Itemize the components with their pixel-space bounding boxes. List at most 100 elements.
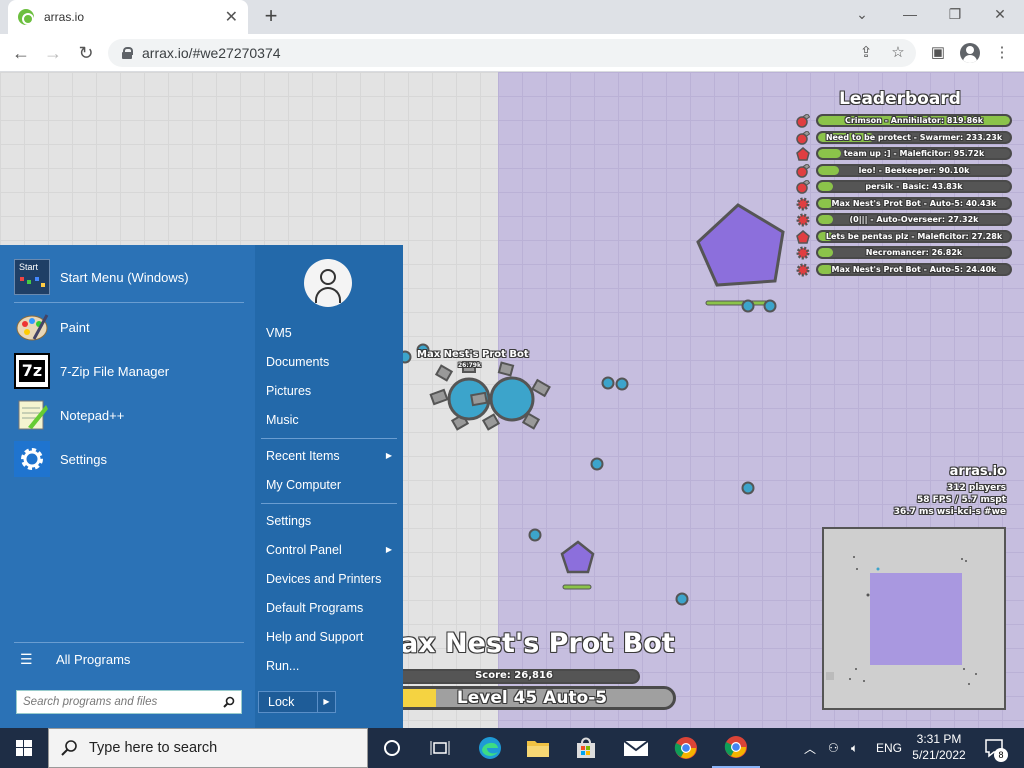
windows-logo-icon	[16, 740, 32, 756]
latency-readout: 36.7 ms wsi-kci-s #we	[893, 507, 1006, 517]
run-link[interactable]: Run...	[266, 656, 396, 676]
leaderboard-tank-icon	[796, 180, 810, 194]
network-icon[interactable]: ⚇	[828, 728, 839, 768]
bot-score-label: 26.79k	[458, 362, 481, 369]
seven-zip-icon: 7z	[14, 353, 50, 389]
side-panel-icon[interactable]: ▣	[928, 43, 948, 63]
music-link[interactable]: Music	[266, 410, 396, 430]
task-view-icon	[430, 741, 450, 755]
pinned-paint[interactable]: Paint	[14, 307, 246, 347]
pinned-label: Start Menu (Windows)	[60, 269, 189, 285]
help-and-support-link[interactable]: Help and Support	[266, 627, 396, 647]
recent-items-link[interactable]: Recent Items ▶	[266, 446, 396, 466]
leaderboard-entry: Necromancer: 26.82k	[796, 246, 1016, 260]
start-search-input[interactable]	[23, 696, 213, 708]
pinned-settings[interactable]: Settings	[14, 439, 246, 479]
show-hidden-icons-button[interactable]: ︿	[804, 728, 816, 768]
leaderboard-tank-icon	[796, 130, 810, 145]
user-avatar[interactable]	[304, 259, 352, 307]
url-text: arrax.io/#we27270374	[142, 45, 281, 61]
profile-avatar-icon	[960, 43, 980, 63]
user-icon	[320, 269, 336, 285]
user-folder-link[interactable]: VM5	[266, 323, 396, 343]
pictures-link[interactable]: Pictures	[266, 381, 396, 401]
notification-center-button[interactable]: 8	[984, 728, 1008, 768]
search-icon[interactable]	[223, 696, 235, 708]
list-icon: ☰	[20, 650, 33, 667]
pinned-notepad-plus-plus[interactable]: Notepad++	[14, 395, 246, 435]
leaderboard-tank-icon	[796, 147, 810, 161]
restore-button[interactable]: ❐	[945, 6, 965, 23]
bookmark-star-icon[interactable]: ☆	[888, 43, 908, 63]
browser-toolbar: ← → ↻ arrax.io/#we27270374 ⇪ ☆ ▣ ⋮	[0, 34, 1024, 72]
power-options-arrow-icon[interactable]: ▶	[317, 692, 335, 712]
tab-search-icon[interactable]: ⌄	[852, 6, 872, 23]
menu-kebab-icon[interactable]: ⋮	[992, 43, 1012, 63]
system-clock[interactable]: 3:31 PM 5/21/2022	[906, 731, 972, 763]
start-menu-icon: Start	[14, 259, 50, 295]
pinned-start-menu-windows[interactable]: Start Start Menu (Windows)	[14, 257, 246, 297]
devices-and-printers-link[interactable]: Devices and Printers	[266, 569, 396, 589]
close-window-button[interactable]: ✕	[990, 6, 1010, 23]
back-button[interactable]: ←	[8, 40, 34, 66]
reload-button[interactable]: ↻	[73, 40, 99, 66]
pinned-label: Settings	[60, 451, 107, 467]
taskbar-search-box[interactable]: Type here to search	[48, 728, 368, 768]
drone	[741, 481, 755, 495]
taskbar-search-text: Type here to search	[89, 740, 218, 756]
leaderboard-entry-text: (0||| - Auto-Overseer: 27.32k	[849, 215, 979, 224]
all-programs-button[interactable]: ☰ All Programs	[14, 641, 246, 677]
clock-time: 3:31 PM	[916, 732, 962, 746]
close-tab-icon[interactable]: ✕	[225, 7, 238, 27]
pinned-7zip[interactable]: 7z 7-Zip File Manager	[14, 351, 246, 391]
windows-start-button[interactable]	[0, 728, 48, 768]
leaderboard-entry-text: team up :] - Maleficitor: 95.72k	[843, 149, 985, 158]
leaderboard-entry: leo! - Beekeeper: 90.10k	[796, 163, 1016, 178]
share-icon[interactable]: ⇪	[856, 43, 876, 63]
start-menu-places-pane: VM5 Documents Pictures Music Recent Item…	[255, 245, 403, 728]
store-taskbar-button[interactable]	[562, 728, 610, 768]
volume-icon[interactable]: 🔈︎	[851, 728, 858, 768]
lock-icon	[122, 47, 133, 59]
chrome-icon	[674, 737, 697, 759]
default-programs-link[interactable]: Default Programs	[266, 598, 396, 618]
minimap-dots	[826, 556, 977, 685]
leaderboard-entry: Lets be pentas plz - Maleficitor: 27.28k	[796, 229, 1016, 244]
cortana-button[interactable]	[368, 728, 416, 768]
lock-button[interactable]: Lock ▶	[258, 691, 336, 713]
submenu-arrow-icon: ▶	[385, 451, 392, 460]
new-tab-button[interactable]: +	[260, 4, 282, 30]
recent-items-label: Recent Items	[266, 449, 340, 463]
chrome-active-taskbar-button[interactable]	[712, 728, 760, 768]
start-icon-text: Start	[19, 262, 39, 272]
edge-taskbar-button[interactable]	[466, 728, 514, 768]
score-text: Score: 26,816	[475, 670, 553, 681]
profile-button[interactable]	[960, 43, 980, 63]
mail-taskbar-button[interactable]	[612, 728, 660, 768]
leaderboard-entry-text: Max Nest's Prot Bot - Auto-5: 40.43k	[831, 198, 997, 208]
submenu-arrow-icon: ▶	[385, 545, 392, 554]
minimize-button[interactable]: —	[900, 6, 920, 22]
clock-date: 5/21/2022	[912, 748, 966, 762]
control-panel-label: Control Panel	[266, 543, 342, 557]
start-search-box[interactable]	[16, 690, 242, 714]
leaderboard-entry: Max Nest's Prot Bot - Auto-5: 24.40k	[796, 262, 1016, 276]
bot-name-label: Max Nest's Prot Bot	[417, 349, 529, 360]
leaderboard-entry: Max Nest's Prot Bot - Auto-5: 40.43k	[796, 196, 1016, 210]
all-programs-label: All Programs	[56, 651, 131, 667]
leaderboard-entry-text: Max Nest's Prot Bot - Auto-5: 24.40k	[831, 264, 997, 274]
language-indicator[interactable]: ENG	[876, 728, 902, 768]
settings-link[interactable]: Settings	[266, 511, 396, 531]
browser-tab[interactable]: arras.io ✕	[8, 0, 248, 34]
file-explorer-taskbar-button[interactable]	[514, 728, 562, 768]
task-view-button[interactable]	[416, 728, 464, 768]
drone	[590, 457, 604, 471]
site-label: arras.io	[949, 464, 1006, 479]
chrome-taskbar-button[interactable]	[662, 728, 710, 768]
control-panel-link[interactable]: Control Panel ▶	[266, 540, 396, 560]
address-bar[interactable]: arrax.io/#we27270374	[108, 39, 916, 67]
documents-link[interactable]: Documents	[266, 352, 396, 372]
drone	[528, 528, 542, 542]
forward-button[interactable]: →	[40, 40, 66, 66]
my-computer-link[interactable]: My Computer	[266, 475, 396, 495]
